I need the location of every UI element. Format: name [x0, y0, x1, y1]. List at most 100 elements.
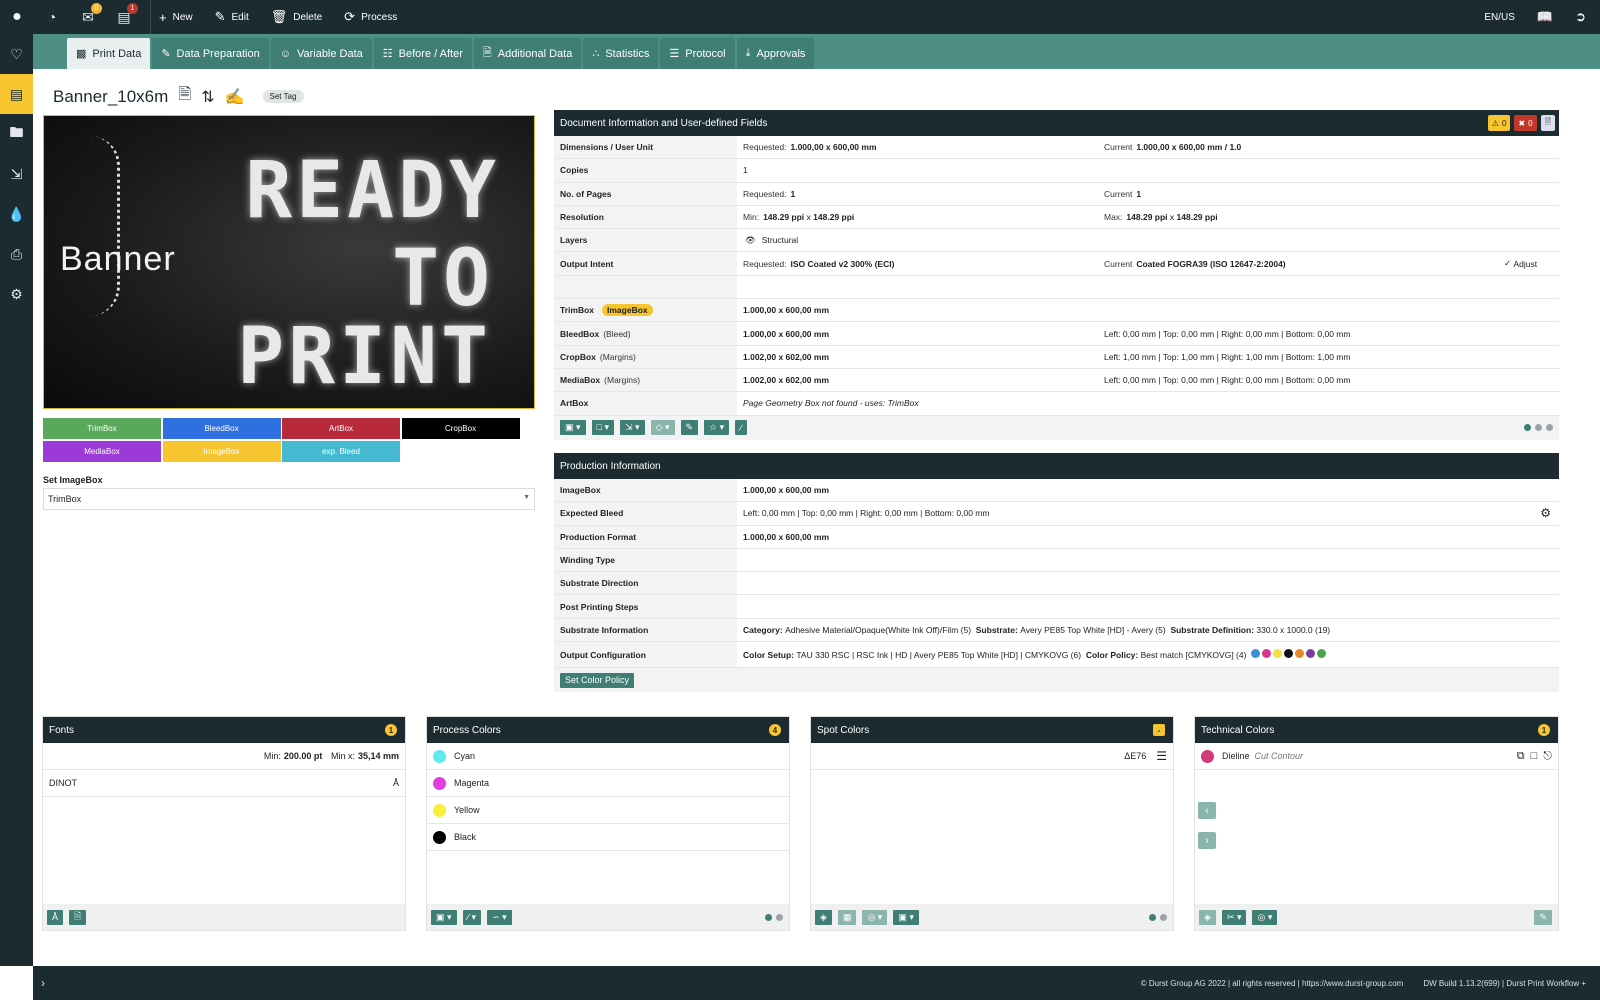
imagebox-button[interactable]: ImageBox: [162, 441, 281, 462]
crop-icon[interactable]: □: [1531, 750, 1538, 763]
scissors-tool-button[interactable]: ✂ ▾: [1221, 909, 1247, 925]
sidebar-folder-icon[interactable]: 🖿: [0, 114, 33, 154]
swatch-tool-button[interactable]: ▣ ▾: [893, 909, 919, 925]
edit-button[interactable]: ✎ Edit: [215, 9, 249, 25]
eye-icon[interactable]: 👁: [745, 235, 756, 246]
sidebar-import-icon[interactable]: ⇲: [0, 154, 33, 194]
pager-dot[interactable]: [1524, 424, 1531, 432]
frame-tool-button[interactable]: □ ▾: [591, 420, 614, 436]
mediabox-button[interactable]: MediaBox: [43, 441, 161, 462]
spot-colors-toolbar: ◈ ▦ ◎ ▾ ▣ ▾: [811, 904, 1173, 930]
tab-before-after[interactable]: ☷ Before / After: [373, 38, 472, 69]
export-icon[interactable]: 🗎: [178, 83, 191, 110]
max-value-a: 148.29 ppi: [1126, 212, 1168, 223]
artbox-button[interactable]: ArtBox: [282, 418, 400, 439]
production-info-title: Production Information: [554, 453, 1559, 479]
palette-tool-button[interactable]: ◈: [815, 909, 832, 925]
trimbox-button[interactable]: TrimBox: [43, 418, 161, 439]
expand-chevron-icon[interactable]: ›: [41, 976, 45, 990]
dashboard-icon[interactable]: ◔: [34, 9, 70, 25]
replace-icon[interactable]: ⇅: [201, 87, 214, 107]
exp-bleed-button[interactable]: exp. Bleed: [282, 441, 400, 462]
measure-tool-button[interactable]: ∕: [735, 420, 747, 436]
color-setup-label: Color Setup:: [743, 649, 794, 660]
manual-icon[interactable]: 📖: [1537, 9, 1553, 25]
row-post-printing: Post Printing Steps: [554, 595, 1559, 619]
sidebar-monitor-icon[interactable]: ♡: [0, 34, 33, 74]
technical-color-item[interactable]: Dieline Cut Contour ⧉ □ ⎋: [1195, 743, 1558, 770]
sidebar-ink-icon[interactable]: 💧: [0, 194, 33, 234]
jobs-icon[interactable]: ▤ 1: [106, 2, 142, 26]
locale-switch[interactable]: EN/US: [1484, 12, 1515, 23]
target-tool-button[interactable]: ◎ ▾: [1252, 909, 1278, 925]
sidebar-jobs-icon[interactable]: ▤: [0, 74, 33, 114]
palette-tool-button[interactable]: ◈: [1199, 909, 1216, 925]
process-color-item[interactable]: Yellow: [427, 797, 789, 824]
pager-dot[interactable]: [1160, 913, 1167, 921]
sidebar-settings-icon[interactable]: ⚙: [0, 274, 33, 314]
menu-icon[interactable]: ☰: [1156, 749, 1167, 763]
error-badge[interactable]: ✖ 0: [1514, 115, 1537, 131]
report-icon[interactable]: 🗎: [1540, 115, 1555, 131]
warning-badge[interactable]: ⚠ 0: [1487, 115, 1511, 131]
comment-tool-button[interactable]: ✎: [680, 420, 699, 436]
ink-color-dot: [1262, 649, 1272, 659]
brush-tool-button[interactable]: ∕ ▾: [462, 909, 482, 925]
sidebar-printer-icon[interactable]: ⎙: [0, 234, 33, 274]
substrate-direction-value: [737, 572, 1559, 594]
app-logo-icon[interactable]: ●: [0, 0, 34, 34]
stamp-icon[interactable]: ⎋: [1543, 750, 1552, 763]
tab-variable-data[interactable]: ☺ Variable Data: [270, 38, 372, 69]
tab-approvals[interactable]: ⤓ Approvals: [736, 38, 815, 69]
target-tool-button[interactable]: ◎ ▾: [862, 909, 888, 925]
delta-e-label[interactable]: ΔE76: [1124, 751, 1146, 761]
edit-tool-button[interactable]: ✎: [1534, 909, 1552, 925]
sidebar: ♡ ▤ 🖿 ⇲ 💧 ⎙ ⚙: [0, 34, 33, 966]
tab-statistics[interactable]: ∴ Statistics: [583, 38, 659, 69]
notifications-icon[interactable]: ✉ 0: [70, 2, 106, 26]
font-icon[interactable]: Å: [393, 778, 399, 788]
tab-additional-data[interactable]: 🗎 Additional Data: [473, 38, 582, 69]
title-row: Banner_10x6m 🗎 ⇅ ✍ Set Tag: [53, 83, 304, 110]
color-policy-label: Color Policy:: [1085, 649, 1139, 660]
pager-dot[interactable]: [765, 913, 772, 921]
tab-protocol[interactable]: ☰ Protocol: [660, 38, 735, 69]
copy-icon[interactable]: ⧉: [1517, 750, 1525, 763]
tab-print-data[interactable]: ▩ Print Data: [67, 38, 151, 69]
bleedbox-button[interactable]: BleedBox: [162, 418, 281, 439]
set-tag-button[interactable]: Set Tag: [262, 90, 304, 103]
grid-tool-button[interactable]: ▦: [837, 909, 857, 925]
set-color-policy-button[interactable]: Set Color Policy: [560, 672, 635, 688]
fonts-stats: Min: 200.00 pt Min x: 35,14 mm: [43, 743, 405, 770]
process-color-item[interactable]: Black: [427, 824, 789, 851]
tab-data-preparation[interactable]: ✎ Data Preparation: [152, 38, 269, 69]
layers-tool-button[interactable]: ◇ ▾: [650, 420, 675, 436]
trash-icon: 🗑: [270, 9, 288, 24]
bleed-settings-icon[interactable]: ⚙: [1504, 502, 1559, 524]
process-color-item[interactable]: Magenta: [427, 770, 789, 797]
process-button[interactable]: ⟳ Process: [344, 9, 397, 25]
print-preview[interactable]: Banner READY TO PRINT: [43, 115, 535, 409]
new-button[interactable]: + New: [159, 10, 193, 25]
pager-dot[interactable]: [776, 913, 783, 921]
pager-dot[interactable]: [1535, 424, 1542, 432]
current-label: Current: [1104, 142, 1133, 153]
crop-tool-button[interactable]: ▣ ▾: [560, 420, 586, 436]
delete-button[interactable]: 🗑 Delete: [271, 9, 322, 25]
font-tool-b-button[interactable]: 🗎: [69, 909, 87, 925]
curve-tool-button[interactable]: ∽ ▾: [487, 909, 512, 925]
logout-icon[interactable]: ➲: [1575, 9, 1586, 25]
process-color-item[interactable]: Cyan: [427, 743, 789, 770]
image-tool-button[interactable]: ▣ ▾: [431, 909, 457, 925]
row-key: Expected Bleed: [554, 502, 737, 525]
resize-tool-button[interactable]: ⇲ ▾: [620, 420, 645, 436]
font-item[interactable]: DINOT Å: [43, 770, 405, 797]
font-tool-a-button[interactable]: Å: [47, 909, 64, 925]
adjust-button[interactable]: ✓ Adjust: [1504, 252, 1559, 274]
set-imagebox-select[interactable]: TrimBox ▼: [43, 488, 535, 510]
pager-dot[interactable]: [1546, 424, 1553, 432]
star-tool-button[interactable]: ☆ ▾: [704, 420, 730, 436]
pager-dot[interactable]: [1149, 913, 1156, 921]
sign-icon[interactable]: ✍: [225, 87, 245, 107]
cropbox-button[interactable]: CropBox: [401, 418, 520, 439]
